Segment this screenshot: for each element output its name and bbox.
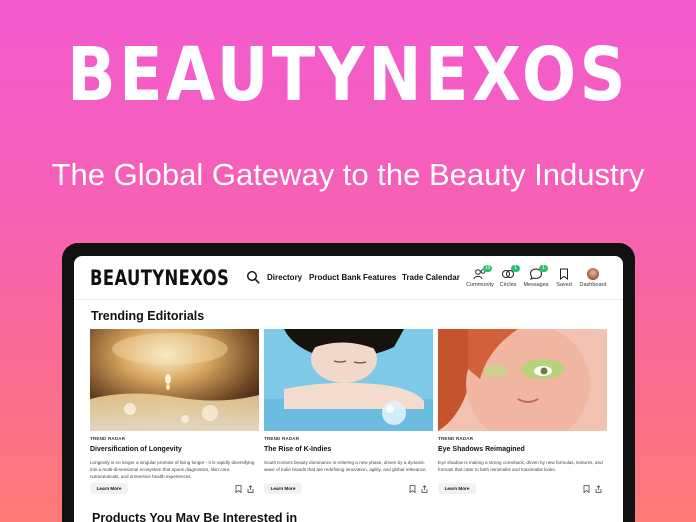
card-kicker: TREND RADAR [90, 436, 126, 441]
dashboard-button[interactable]: Dashboard [577, 268, 609, 288]
nav-features[interactable]: Features [363, 273, 396, 282]
editorial-image[interactable] [90, 329, 259, 431]
card-title[interactable]: The Rise of K-Indies [264, 446, 331, 453]
saved-label: Saved [556, 282, 572, 288]
bookmark-icon[interactable] [235, 485, 242, 493]
community-badge: 15 [483, 265, 492, 272]
card-kicker: TREND RADAR [264, 436, 300, 441]
card-kicker: TREND RADAR [438, 436, 474, 441]
saved-button[interactable]: Saved [548, 268, 580, 288]
bookmark-icon[interactable] [583, 485, 590, 493]
learn-more-button[interactable]: Learn More [90, 483, 128, 494]
nav-directory[interactable]: Directory [267, 273, 302, 282]
editorial-card[interactable]: TREND RADAR The Rise of K-Indies South K… [264, 329, 433, 499]
card-description: South Korea's beauty dominance is enteri… [264, 460, 427, 472]
card-description: Longevity is no longer a singular promis… [90, 460, 255, 479]
hero-subtitle: The Global Gateway to the Beauty Industr… [51, 157, 645, 192]
products-title: Products You May Be Interested in [92, 511, 298, 522]
hero-title: BEAUTYNEXOS [67, 32, 629, 118]
editorial-card[interactable]: TREND RADAR Diversification of Longevity… [90, 329, 259, 499]
share-icon[interactable] [421, 485, 428, 493]
site-logo[interactable]: BEAUTYNEXOS [90, 266, 229, 290]
search-icon[interactable] [246, 270, 260, 284]
laptop-frame: BEAUTYNEXOS Directory Product Bank Featu… [62, 243, 635, 522]
app-screen: BEAUTYNEXOS Directory Product Bank Featu… [74, 256, 623, 522]
learn-more-button[interactable]: Learn More [264, 483, 302, 494]
avatar [587, 268, 599, 280]
circles-badge: 1 [511, 265, 520, 272]
dashboard-label: Dashboard [579, 282, 607, 288]
editorial-image[interactable] [264, 329, 433, 431]
bookmark-icon[interactable] [409, 485, 416, 493]
messages-badge: 1 [539, 265, 548, 272]
card-description: Eye shadow is making a strong comeback, … [438, 460, 603, 472]
learn-more-button[interactable]: Learn More [438, 483, 476, 494]
trending-title: Trending Editorials [91, 309, 205, 323]
top-navigation: BEAUTYNEXOS Directory Product Bank Featu… [74, 256, 623, 300]
editorial-image[interactable] [438, 329, 607, 431]
nav-trade-calendar[interactable]: Trade Calendar [402, 273, 460, 282]
editorial-card[interactable]: TREND RADAR Eye Shadows Reimagined Eye s… [438, 329, 607, 499]
share-icon[interactable] [247, 485, 254, 493]
card-title[interactable]: Eye Shadows Reimagined [438, 446, 525, 453]
share-icon[interactable] [595, 485, 602, 493]
nav-product-bank[interactable]: Product Bank [309, 273, 361, 282]
bookmark-icon [560, 268, 568, 280]
card-title[interactable]: Diversification of Longevity [90, 446, 182, 453]
